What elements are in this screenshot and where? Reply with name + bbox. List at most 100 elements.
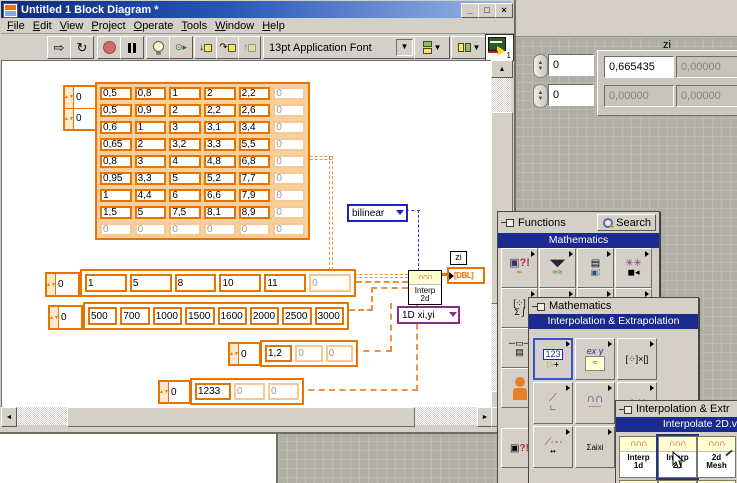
- y-array-cell[interactable]: 500: [88, 307, 117, 325]
- interp-mode-ring[interactable]: 1D xi,yi: [397, 306, 460, 324]
- palette-elementary-functions-icon[interactable]: ex γ≈: [575, 338, 615, 380]
- index-spinner-icon[interactable]: ▲▼: [230, 344, 239, 364]
- index-spinner-icon[interactable]: ▲▼: [65, 109, 74, 130]
- palette-vision-motion-icon[interactable]: ✳✳◼◂: [615, 248, 652, 288]
- run-button[interactable]: ⇨: [47, 36, 71, 59]
- run-continuous-button[interactable]: ↻: [70, 36, 94, 59]
- z-array-cell[interactable]: 2,6: [239, 104, 271, 117]
- z-array-cell[interactable]: 5: [169, 172, 201, 185]
- abort-button[interactable]: [97, 36, 121, 59]
- step-into-button[interactable]: ↓: [194, 36, 217, 59]
- z-array-cell[interactable]: 0: [273, 87, 305, 100]
- z-array-cell[interactable]: 0: [273, 189, 305, 202]
- z-array-cell[interactable]: 2,2: [239, 87, 271, 100]
- xi-array-cell[interactable]: 0: [326, 345, 353, 362]
- chevron-down-icon[interactable]: ▼: [396, 39, 413, 56]
- x-index[interactable]: 0: [56, 274, 78, 295]
- z-array-cell[interactable]: 3: [135, 155, 167, 168]
- z-array-cell[interactable]: 3,3: [135, 172, 167, 185]
- y-array-cell[interactable]: 1000: [153, 307, 182, 325]
- horizontal-scrollbar-thumb[interactable]: [67, 407, 415, 427]
- x-array-cell[interactable]: 10: [219, 274, 261, 292]
- chevron-down-icon[interactable]: [396, 210, 404, 215]
- z-array-cell[interactable]: 0: [273, 104, 305, 117]
- y-array-cell[interactable]: 1600: [218, 307, 247, 325]
- z-array-cell[interactable]: 6: [169, 189, 201, 202]
- x-array-cell[interactable]: 0: [309, 274, 351, 292]
- z-array-cell[interactable]: 2: [169, 104, 201, 117]
- wire-y[interactable]: [371, 287, 373, 311]
- z-array-cell[interactable]: 0: [273, 121, 305, 134]
- x-array-cell[interactable]: 1: [85, 274, 127, 292]
- z-array-cell[interactable]: 0: [273, 206, 305, 219]
- step-out-button[interactable]: ↑: [238, 36, 261, 59]
- yi-array-cell[interactable]: 1233: [195, 383, 231, 400]
- fp-index-spinner-col[interactable]: ▲▼: [533, 84, 548, 108]
- minimize-button[interactable]: _: [461, 3, 479, 18]
- z-array-cell[interactable]: 1: [100, 189, 132, 202]
- xi-index[interactable]: 0: [239, 344, 259, 364]
- z-array-cell[interactable]: 5,5: [239, 138, 271, 151]
- interp-2d-mesh-vi[interactable]: ∩∩∩ 2dMesh: [697, 436, 736, 478]
- yi-array-cell[interactable]: 0: [234, 383, 265, 400]
- yi-array-cell[interactable]: 0: [268, 383, 299, 400]
- z-array-cell[interactable]: 3,4: [239, 121, 271, 134]
- y-array-cell[interactable]: 2500: [282, 307, 311, 325]
- x-array-index[interactable]: ▲▼0: [45, 272, 80, 297]
- xi-array-cell[interactable]: 0: [295, 345, 322, 362]
- fp-index-spinner-row[interactable]: ▲▼: [533, 54, 548, 78]
- index-spinner-icon[interactable]: ▲▼: [47, 274, 56, 295]
- z-array-cell[interactable]: 0,65: [100, 138, 132, 151]
- z-array-cell[interactable]: 0,8: [100, 155, 132, 168]
- interpolation-palette-titlebar[interactable]: Interpolation & Extr: [616, 401, 737, 417]
- z-array-cell[interactable]: 0: [135, 223, 167, 236]
- y-index[interactable]: 0: [59, 307, 81, 328]
- index-spinner-icon[interactable]: ▲▼: [65, 87, 74, 108]
- palette-structures-icon[interactable]: ▣?!▫▸: [501, 248, 538, 288]
- zi-output-terminal[interactable]: [DBL]: [447, 267, 485, 284]
- z-array-cell[interactable]: 6,8: [239, 155, 271, 168]
- x-array-cell[interactable]: 8: [175, 274, 217, 292]
- palette-linear-algebra-icon[interactable]: [⁘]×[]: [617, 338, 657, 380]
- y-array-cell[interactable]: 2000: [250, 307, 279, 325]
- z-array-cell[interactable]: 0,95: [100, 172, 132, 185]
- functions-palette-titlebar[interactable]: Functions Search: [498, 212, 659, 233]
- menu-project[interactable]: Project: [87, 19, 129, 33]
- z-array-cell[interactable]: 5,2: [204, 172, 236, 185]
- y-array-cell[interactable]: 3000: [315, 307, 344, 325]
- fp-index-row-field[interactable]: 0: [548, 54, 594, 76]
- z-array-cell[interactable]: 3,1: [204, 121, 236, 134]
- z-array-cell[interactable]: 2,2: [204, 104, 236, 117]
- z-array-cell[interactable]: 4,8: [204, 155, 236, 168]
- mathematics-palette-titlebar[interactable]: Mathematics: [529, 298, 698, 314]
- z-array-cell[interactable]: 0,8: [135, 87, 167, 100]
- menu-file[interactable]: File: [3, 19, 29, 33]
- z-array-cell[interactable]: 2: [204, 87, 236, 100]
- z-array-cell[interactable]: 3,2: [169, 138, 201, 151]
- yi-index[interactable]: 0: [169, 382, 189, 402]
- z-array-cell[interactable]: 0: [273, 172, 305, 185]
- z-array-cell[interactable]: 0: [100, 223, 132, 236]
- z-array-cell[interactable]: 0,6: [100, 121, 132, 134]
- z-array-cell[interactable]: 4,4: [135, 189, 167, 202]
- z-array-cell[interactable]: 1: [169, 87, 201, 100]
- z-array-cell[interactable]: 4: [169, 155, 201, 168]
- yi-array-index[interactable]: ▲▼0: [158, 380, 191, 404]
- pause-button[interactable]: [120, 36, 144, 59]
- xi-array-index[interactable]: ▲▼0: [228, 342, 261, 366]
- menu-help[interactable]: Help: [258, 19, 289, 33]
- z-array-cell[interactable]: 0: [204, 223, 236, 236]
- z-array-cell[interactable]: 0,5: [100, 104, 132, 117]
- spin-down-icon[interactable]: ▼: [538, 96, 544, 102]
- fp-index-col-field[interactable]: 0: [548, 84, 594, 106]
- z-array-cell[interactable]: 0: [239, 223, 271, 236]
- z-array-cell[interactable]: 8,1: [204, 206, 236, 219]
- menu-window[interactable]: Window: [211, 19, 258, 33]
- wire-z[interactable]: [329, 156, 333, 275]
- pushpin-icon[interactable]: [619, 405, 632, 414]
- scroll-left-icon[interactable]: ◄: [1, 407, 17, 427]
- palette-polynomial-icon[interactable]: Σaixi: [575, 426, 615, 468]
- z-array-cell[interactable]: 7,5: [169, 206, 201, 219]
- highlight-execution-button[interactable]: [146, 36, 170, 59]
- step-over-button[interactable]: ↷: [216, 36, 239, 59]
